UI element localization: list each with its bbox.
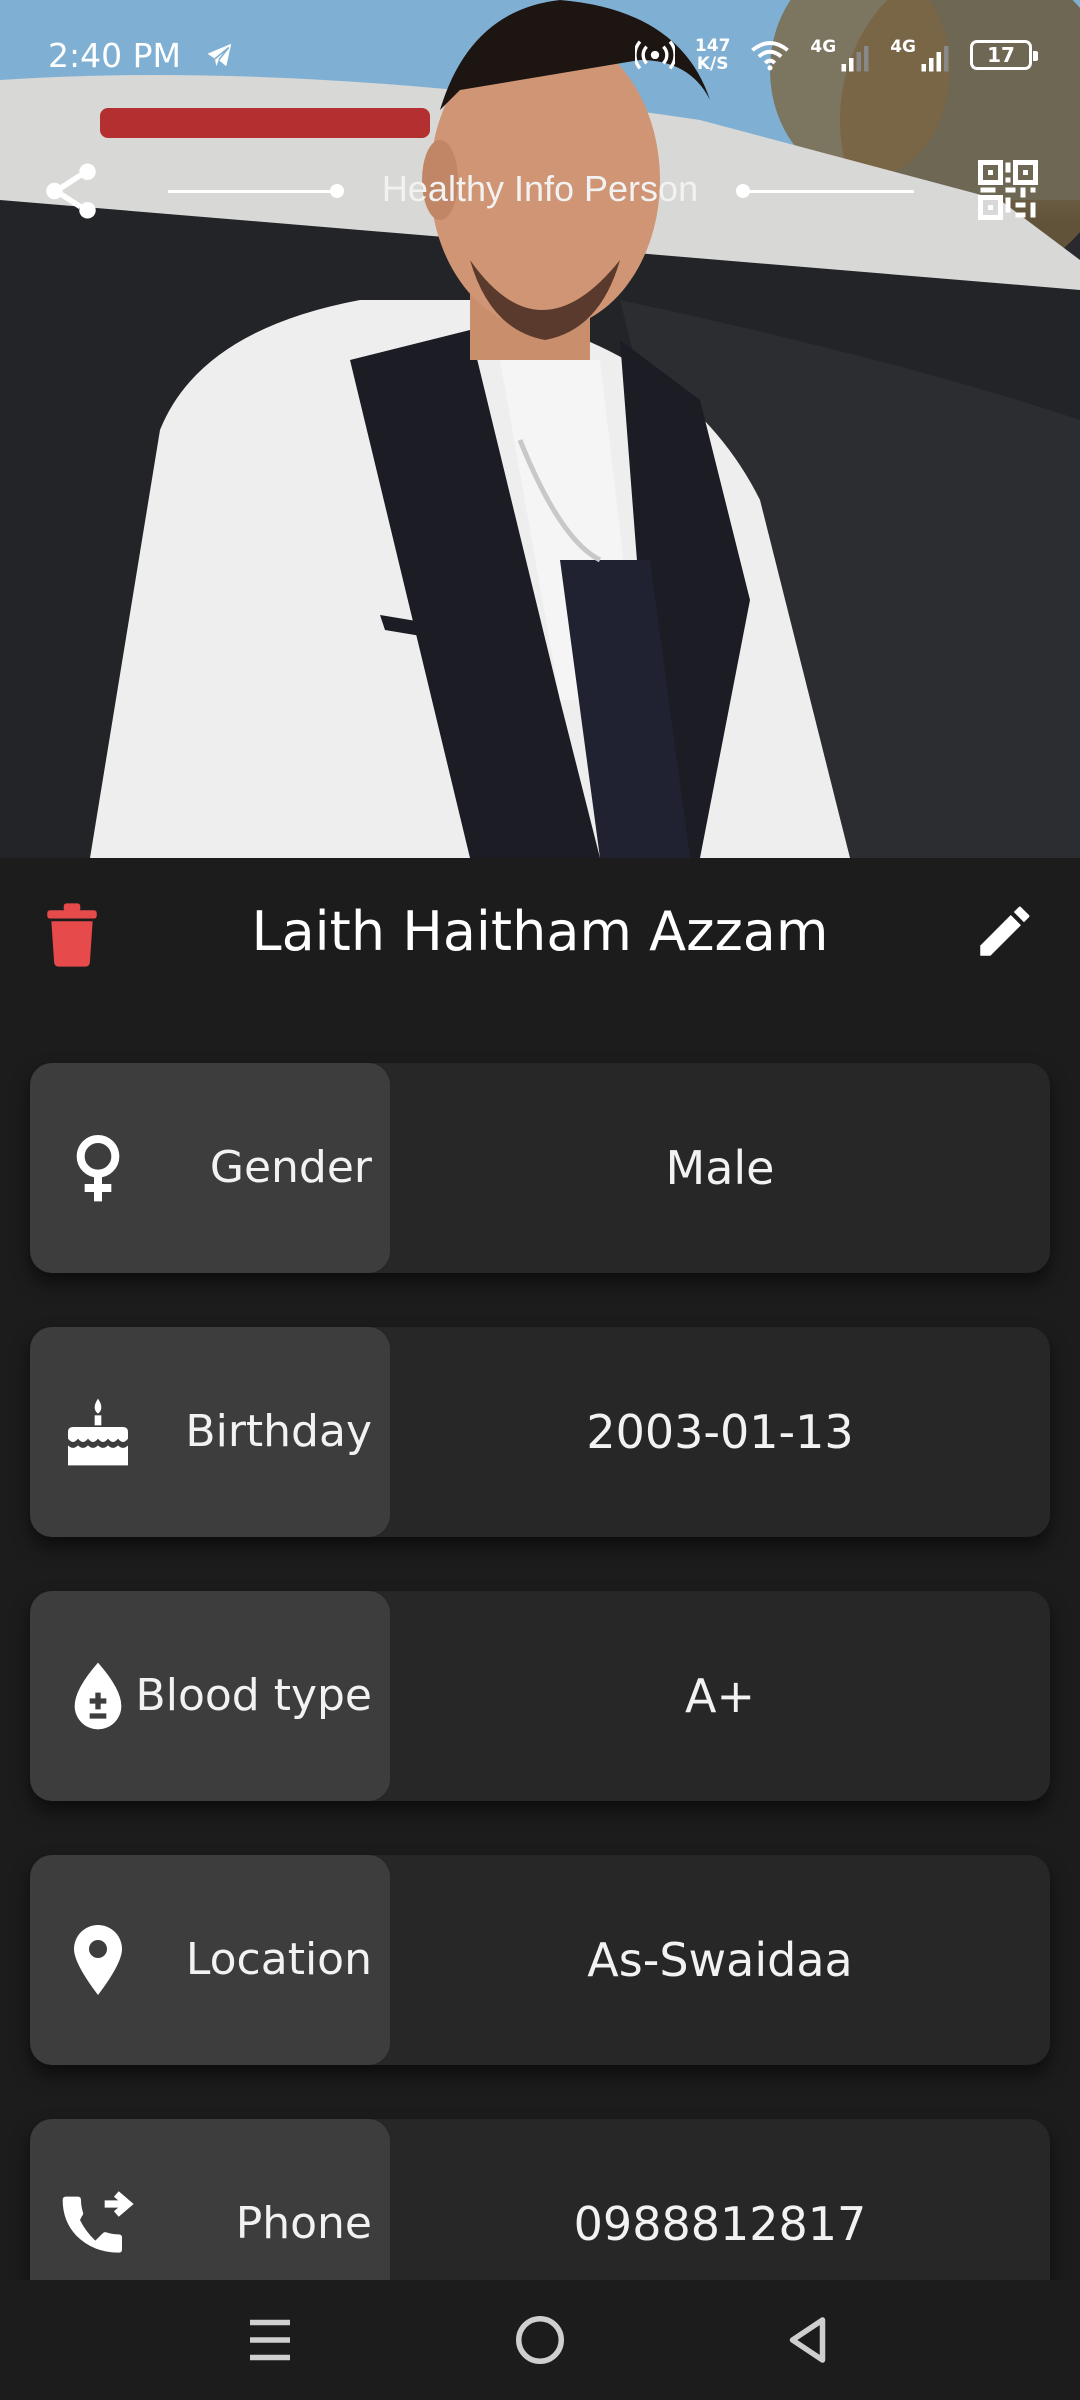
- info-value: 2003-01-13: [586, 1405, 854, 1459]
- info-label: Location: [185, 1934, 372, 1985]
- person-name: Laith Haitham Azzam: [251, 900, 829, 963]
- info-label: Blood type: [135, 1670, 372, 1721]
- network-type-1: 4G: [810, 37, 837, 57]
- status-left: 2:40 PM: [48, 36, 237, 75]
- info-label-box: Blood type: [30, 1591, 390, 1801]
- qr-code-icon[interactable]: [978, 160, 1038, 220]
- info-card-location: Location As-Swaidaa: [30, 1855, 1050, 2065]
- info-label-box: Location: [30, 1855, 390, 2065]
- speed-unit: K/S: [696, 54, 729, 74]
- back-icon[interactable]: [780, 2310, 840, 2370]
- signal-2: 4G: [890, 37, 950, 73]
- menu-icon[interactable]: [240, 2310, 300, 2370]
- speed-value: 147: [694, 36, 731, 56]
- female-symbol-icon: [76, 1135, 120, 1202]
- signal-icon: [921, 46, 949, 72]
- info-label-box: Birthday: [30, 1327, 390, 1537]
- wifi-icon: [751, 41, 790, 71]
- info-card-birthday: Birthday 2003-01-13: [30, 1327, 1050, 1537]
- battery-icon: 17: [970, 40, 1038, 70]
- battery-level: 17: [987, 43, 1015, 67]
- network-speed: 147 K/S: [695, 37, 731, 73]
- location-pin-icon: [74, 1925, 122, 1995]
- info-label-box: Gender: [30, 1063, 390, 1273]
- phone-forward-icon: [62, 2191, 134, 2253]
- home-icon[interactable]: [510, 2310, 570, 2370]
- profile-photo-illustration: [0, 0, 1080, 858]
- info-card-blood-type: Blood type A+: [30, 1591, 1050, 1801]
- app-header: Healthy Info Person: [0, 150, 1080, 230]
- app-title: Healthy Info Person: [381, 168, 699, 209]
- info-label: Birthday: [185, 1406, 372, 1457]
- info-value: Male: [665, 1141, 775, 1195]
- title-line-left: [168, 190, 340, 193]
- signal-1: 4G: [810, 37, 870, 73]
- system-nav-bar: [0, 2280, 1080, 2400]
- profile-screen: 2:40 PM 147 K/S 4G 4G 17 Healthy Info Pe…: [0, 0, 1080, 2400]
- info-value: A+: [684, 1669, 755, 1723]
- info-value: As-Swaidaa: [587, 1933, 853, 1987]
- clock: 2:40 PM: [48, 35, 181, 75]
- title-line-right: [742, 190, 914, 193]
- status-right: 147 K/S 4G 4G 17: [634, 37, 1038, 73]
- hotspot-icon: [634, 40, 675, 70]
- info-label: Gender: [209, 1142, 372, 1193]
- profile-name-row: Laith Haitham Azzam: [0, 858, 1080, 1008]
- blood-drop-icon: [74, 1662, 122, 1730]
- signal-icon: [841, 46, 869, 72]
- profile-photo: [0, 0, 1080, 858]
- network-type-2: 4G: [890, 37, 916, 57]
- trash-icon[interactable]: [44, 902, 100, 968]
- title-dot-left: [330, 184, 344, 198]
- birthday-cake-icon: [68, 1398, 128, 1466]
- share-icon[interactable]: [38, 158, 104, 224]
- info-card-gender: Gender Male: [30, 1063, 1050, 1273]
- status-bar: 2:40 PM 147 K/S 4G 4G 17: [0, 0, 1080, 110]
- pencil-icon[interactable]: [972, 898, 1038, 964]
- telegram-icon: [207, 43, 232, 67]
